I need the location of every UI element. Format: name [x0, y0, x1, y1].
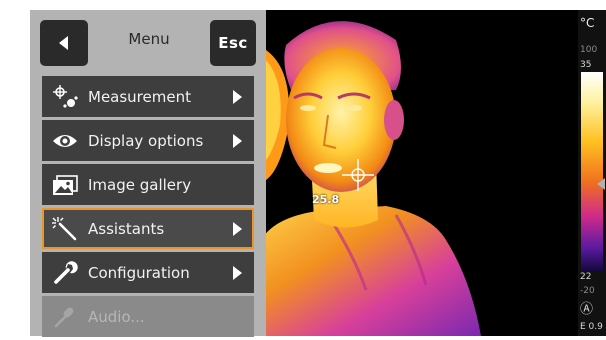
temperature-unit: °C [580, 16, 595, 30]
magic-wand-icon [42, 208, 88, 249]
back-arrow-icon [59, 36, 68, 50]
thermal-image-view[interactable]: 25.8 [266, 10, 578, 336]
back-button[interactable] [40, 20, 88, 66]
menu-item-display-options[interactable]: Display options [42, 120, 254, 161]
emissivity-value: E 0.9 [580, 322, 603, 332]
chevron-right-icon [233, 221, 242, 236]
menu-item-assistants[interactable]: Assistants [42, 208, 254, 249]
menu-item-label: Audio... [88, 307, 145, 326]
menu-list: Measurement Display options Image galler… [42, 76, 254, 340]
microphone-icon [42, 296, 88, 337]
menu-item-measurement[interactable]: Measurement [42, 76, 254, 117]
chevron-right-icon [233, 265, 242, 280]
scale-upper-value: 35 [580, 60, 592, 70]
thermal-image [266, 21, 481, 336]
image-gallery-icon [42, 164, 88, 205]
esc-button[interactable]: Esc [210, 20, 256, 66]
crosshair-measure-icon [42, 76, 88, 117]
temperature-scale: °C 100 35 22 -20 Ⓐ E 0.9 [578, 10, 606, 336]
scale-range-max: 100 [580, 45, 598, 55]
eye-icon [42, 120, 88, 161]
spot-temperature-readout: 25.8 [312, 193, 340, 206]
scale-range-min: -20 [580, 286, 595, 296]
menu-title: Menu [128, 30, 170, 48]
color-scale-bar [581, 72, 605, 272]
chevron-right-icon [233, 89, 242, 104]
menu-item-label: Display options [88, 131, 204, 150]
scale-lower-value: 22 [580, 272, 592, 282]
menu-item-image-gallery[interactable]: Image gallery [42, 164, 254, 205]
menu-item-label: Image gallery [88, 175, 192, 194]
menu-item-label: Assistants [88, 219, 165, 238]
menu-panel: Menu Esc Measurement Display options Ima… [30, 10, 266, 337]
wrench-icon [42, 252, 88, 293]
menu-item-label: Configuration [88, 263, 190, 282]
chevron-right-icon [233, 133, 242, 148]
menu-item-label: Measurement [88, 87, 191, 106]
auto-scale-icon[interactable]: Ⓐ [580, 298, 593, 317]
menu-item-configuration[interactable]: Configuration [42, 252, 254, 293]
menu-item-audio: Audio... [42, 296, 254, 337]
